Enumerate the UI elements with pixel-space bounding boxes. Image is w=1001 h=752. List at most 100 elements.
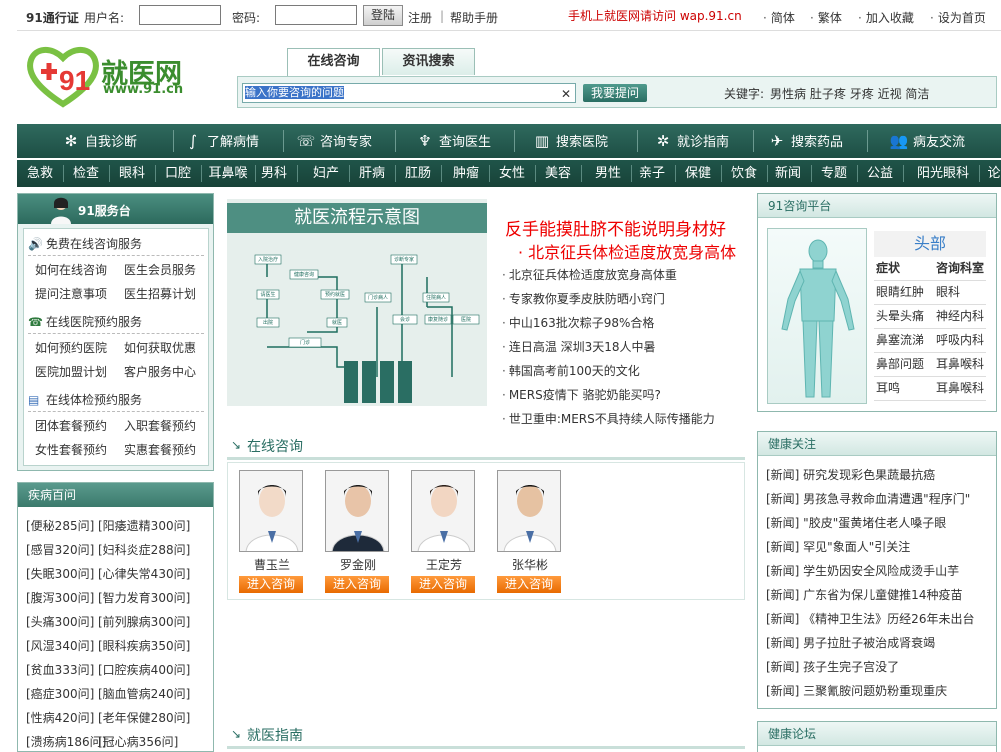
headline-sub[interactable]: · 北京征兵体检适度放宽身高体 (518, 239, 746, 263)
news-item[interactable]: · 北京征兵体检适度放宽身高体重 (502, 266, 677, 283)
news-item[interactable]: · 世卫重申:MERS不具持续人际传播能力 (502, 410, 715, 427)
link-group-package[interactable]: 团体套餐预约 (35, 417, 107, 434)
health-news-item[interactable]: [新闻] 学生奶因安全风险成烫手山芋 (766, 562, 959, 579)
nav-learn-condition[interactable]: ∫ 了解病情 (183, 124, 259, 158)
keyword-link[interactable]: 肚子疼 (810, 87, 846, 101)
disease-link[interactable]: [溃疡病186问] (26, 733, 106, 750)
link-doctor-recruit[interactable]: 医生招募计划 (124, 285, 196, 302)
category-link[interactable]: 美容 (541, 160, 575, 187)
disease-link[interactable]: [风湿340问] (26, 637, 94, 654)
link-question-tips[interactable]: 提问注意事项 (35, 285, 107, 302)
nav-visit-guide[interactable]: ✲ 就诊指南 (653, 124, 729, 158)
disease-link[interactable]: [失眠300问] (26, 565, 94, 582)
health-news-item[interactable]: [新闻] 研究发现彩色果蔬最抗癌 (766, 466, 935, 483)
link-value-package[interactable]: 实惠套餐预约 (124, 441, 196, 458)
simplified-link[interactable]: · 简体 (763, 9, 795, 26)
tab-info-search[interactable]: 资讯搜索 (382, 48, 475, 75)
nav-patient-forum[interactable]: 👥 病友交流 (889, 124, 965, 158)
enter-consult-button[interactable]: 进入咨询 (325, 576, 389, 593)
disease-link[interactable]: [心律失常430问] (98, 565, 190, 582)
doctor-photo[interactable] (325, 470, 389, 552)
doctor-name[interactable]: 王定芳 (411, 556, 477, 573)
disease-link[interactable]: [癌症300问] (26, 685, 94, 702)
nav-consult-expert[interactable]: ☏ 咨询专家 (296, 124, 372, 158)
health-news-item[interactable]: [新闻] 孩子生完子宫没了 (766, 658, 899, 675)
category-link[interactable]: 男性 (591, 160, 625, 187)
link-customer-service[interactable]: 客户服务中心 (124, 363, 196, 380)
health-news-item[interactable]: [新闻] "胶皮"蛋黄堵住老人嗓子眼 (766, 514, 946, 531)
health-news-item[interactable]: [新闻] 罕见"象面人"引关注 (766, 538, 910, 555)
category-link[interactable]: 公益 (863, 160, 897, 187)
link-how-consult[interactable]: 如何在线咨询 (35, 261, 107, 278)
symptom-row[interactable]: 鼻塞流涕 呼吸内科 (874, 329, 986, 353)
disease-link[interactable]: [性病420问] (26, 709, 94, 726)
category-link[interactable]: 耳鼻喉 (207, 160, 249, 187)
symptom-row[interactable]: 头晕头痛 神经内科 (874, 305, 986, 329)
keyword-link[interactable]: 近视 (878, 87, 902, 101)
ask-question-button[interactable]: 我要提问 (583, 84, 647, 102)
enter-consult-button[interactable]: 进入咨询 (411, 576, 475, 593)
clear-icon[interactable]: ✕ (561, 85, 571, 103)
category-link[interactable]: 专题 (817, 160, 851, 187)
set-homepage-link[interactable]: · 设为首页 (930, 9, 986, 26)
disease-link[interactable]: [智力发育300问] (98, 589, 190, 606)
news-item[interactable]: · 连日高温 深圳3天18人中暑 (502, 338, 656, 355)
category-link[interactable]: 妇产 (309, 160, 343, 187)
site-logo[interactable]: 91 就医网 www.91.cn (25, 42, 195, 108)
news-item[interactable]: · 韩国高考前100天的文化 (502, 362, 640, 379)
category-link[interactable]: 阳光眼科 (913, 160, 973, 187)
enter-consult-button[interactable]: 进入咨询 (497, 576, 561, 593)
keyword-link[interactable]: 牙疼 (850, 87, 874, 101)
username-input[interactable] (139, 5, 221, 25)
category-link[interactable]: 女性 (495, 160, 529, 187)
symptom-row[interactable]: 鼻部问题 耳鼻喉科 (874, 353, 986, 377)
news-item[interactable]: · MERS疫情下 骆驼奶能买吗? (502, 386, 661, 403)
doctor-name[interactable]: 罗金刚 (325, 556, 391, 573)
disease-link[interactable]: [便秘285问] (26, 517, 94, 534)
disease-link[interactable]: [眼科疾病350问] (98, 637, 190, 654)
disease-link[interactable]: [前列腺病300问] (98, 613, 190, 630)
news-item[interactable]: · 专家教你夏季皮肤防晒小窍门 (502, 290, 665, 307)
nav-find-doctor[interactable]: ♆ 查询医生 (415, 124, 491, 158)
category-link[interactable]: 肿瘤 (449, 160, 483, 187)
disease-link[interactable]: [感冒320问] (26, 541, 94, 558)
link-how-book[interactable]: 如何预约医院 (35, 339, 107, 356)
disease-link[interactable]: [阳痿遗精300问] (98, 517, 190, 534)
disease-link[interactable]: [口腔疾病400问] (98, 661, 190, 678)
search-input[interactable]: 输入你要咨询的问题 ✕ (242, 83, 576, 103)
category-link[interactable]: 肛肠 (401, 160, 435, 187)
category-link[interactable]: 口腔 (161, 160, 195, 187)
keyword-link[interactable]: 男性病 (770, 87, 806, 101)
body-figure[interactable] (767, 228, 867, 404)
tab-online-consult[interactable]: 在线咨询 (287, 48, 380, 76)
link-doctor-member[interactable]: 医生会员服务 (124, 261, 196, 278)
link-hospital-join[interactable]: 医院加盟计划 (35, 363, 107, 380)
disease-link[interactable]: [头痛300问] (26, 613, 94, 630)
disease-link[interactable]: [妇科炎症288问] (98, 541, 190, 558)
disease-link[interactable]: [腹泻300问] (26, 589, 94, 606)
disease-link[interactable]: [冠心病356问] (98, 733, 178, 750)
doctor-photo[interactable] (411, 470, 475, 552)
headline-main[interactable]: 反手能摸肚脐不能说明身材好 (505, 215, 726, 240)
nav-search-hospital[interactable]: ▥ 搜索医院 (532, 124, 608, 158)
symptom-row[interactable]: 耳鸣 耳鼻喉科 (874, 377, 986, 401)
category-link[interactable]: 保健 (681, 160, 715, 187)
symptom-row[interactable]: 眼睛红肿 眼科 (874, 281, 986, 305)
category-link[interactable]: 饮食 (727, 160, 761, 187)
keyword-link[interactable]: 简洁 (905, 87, 929, 101)
category-link[interactable]: 急救 (23, 160, 57, 187)
care-flow-diagram[interactable]: 就医流程示意图 入院治疗 健康咨询 预约就医 请医生 就医 门诊 出院 诊断专家… (227, 199, 487, 406)
register-link[interactable]: 注册 (408, 9, 432, 26)
help-link[interactable]: 帮助手册 (450, 9, 498, 26)
disease-link[interactable]: [脑血管病240问] (98, 685, 190, 702)
nav-search-drugs[interactable]: ✈ 搜索药品 (767, 124, 843, 158)
health-news-item[interactable]: [新闻] 三聚氰胺问题奶粉重现重庆 (766, 682, 947, 699)
link-female-package[interactable]: 女性套餐预约 (35, 441, 107, 458)
enter-consult-button[interactable]: 进入咨询 (239, 576, 303, 593)
category-link[interactable]: 论 (979, 160, 1001, 187)
category-link[interactable]: 亲子 (635, 160, 669, 187)
link-onboarding-package[interactable]: 入职套餐预约 (124, 417, 196, 434)
traditional-link[interactable]: · 繁体 (810, 9, 842, 26)
doctor-name[interactable]: 曹玉兰 (239, 556, 305, 573)
health-news-item[interactable]: [新闻] 男子拉肚子被治成肾衰竭 (766, 634, 935, 651)
